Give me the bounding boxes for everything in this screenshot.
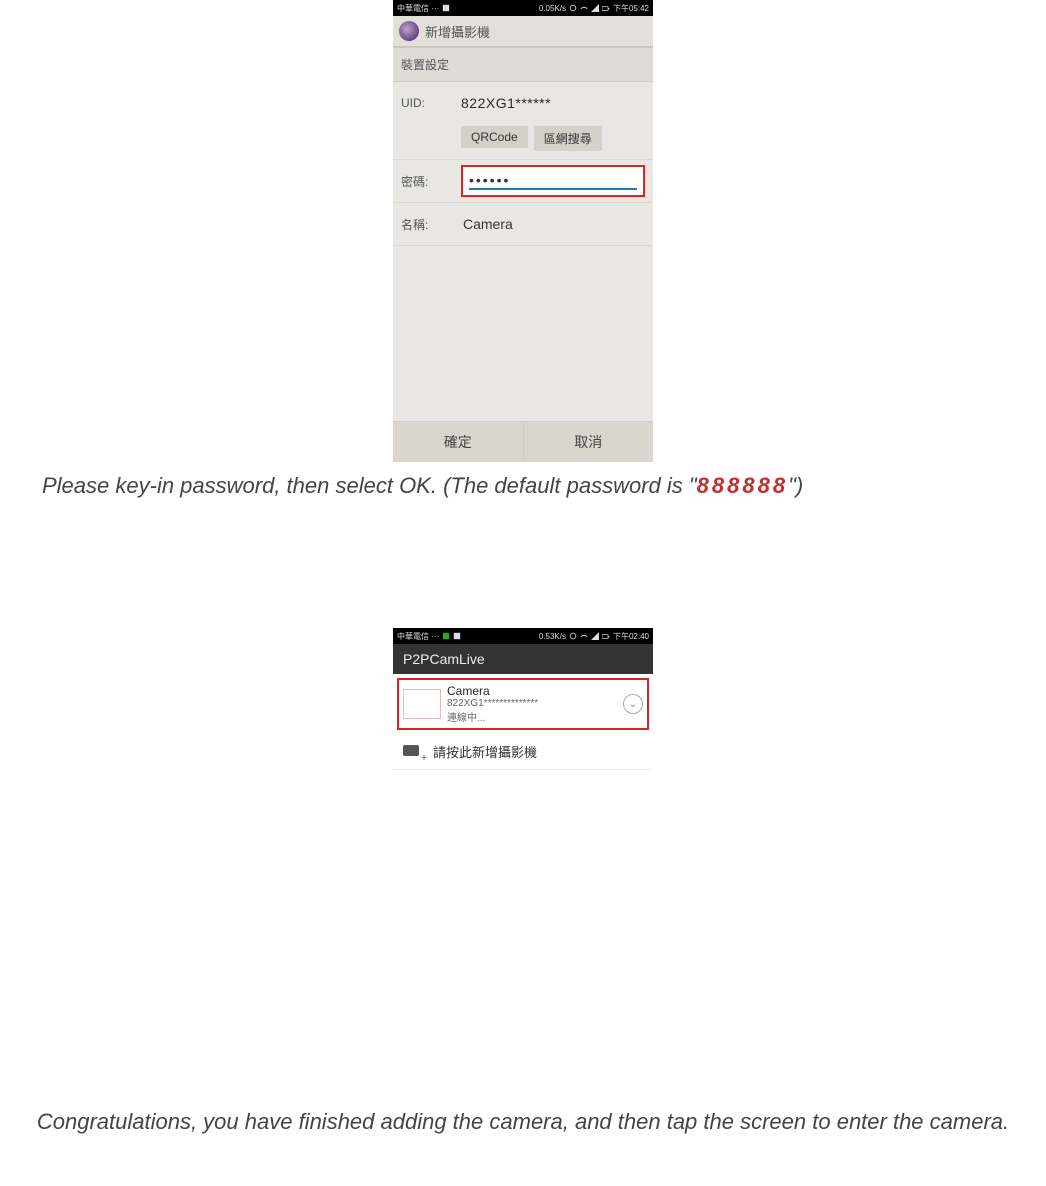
caption-congrats: Congratulations, you have finished addin… [0,1108,1046,1136]
password-row: 密碼: •••••• [393,160,653,203]
add-camera-label: 請按此新增攝影機 [433,742,537,761]
wifi-icon [580,4,588,12]
carrier-label: 中華電信 ··· [397,631,439,642]
app-icon [399,21,419,41]
name-label: 名稱: [401,216,461,233]
battery-icon [602,4,610,12]
password-input[interactable]: •••••• [461,165,645,197]
signal-icon [591,4,599,12]
uid-row: UID: 822XG1****** [393,82,653,124]
camera-info: Camera 822XG1************** 連線中... [447,684,617,724]
lan-search-button[interactable]: 區網搜尋 [534,126,602,151]
cancel-button[interactable]: 取消 [523,422,654,462]
uid-value[interactable]: 822XG1****** [461,95,645,111]
alarm-icon [569,4,577,12]
notification-icon [453,632,461,640]
uid-buttons: QRCode 區網搜尋 [393,124,653,160]
notification-icon [442,4,450,12]
password-value: •••••• [469,172,637,190]
camera-list-item[interactable]: Camera 822XG1************** 連線中... ⌄ [397,678,649,730]
caption-pre: Please key-in password, then select OK. … [42,473,697,498]
caption-password-value: 888888 [697,473,788,498]
signal-icon [591,632,599,640]
caption-password: Please key-in password, then select OK. … [42,472,1042,500]
qrcode-button[interactable]: QRCode [461,126,528,148]
status-bar: 中華電信 ··· 0.53K/s [393,628,653,644]
bottom-bar: 確定 取消 [393,421,653,462]
ok-button[interactable]: 確定 [393,422,523,462]
app-titlebar: P2PCamLive [393,644,653,674]
name-row: 名稱: [393,203,653,246]
clock-label: 下午02:40 [613,631,649,642]
add-camera-row[interactable]: 請按此新增攝影機 [393,734,653,770]
clock-label: 下午05:42 [613,3,649,14]
caption-post: ") [788,473,803,498]
camera-uid: 822XG1************** [447,698,617,709]
camera-thumbnail [403,689,441,719]
status-bar: 中華電信 ··· 0.05K/s 下午05:42 [393,0,653,16]
phone-camera-list: 中華電信 ··· 0.53K/s [393,628,653,1090]
add-camera-icon [403,743,425,761]
uid-label: UID: [401,96,461,110]
battery-icon [602,632,610,640]
name-input[interactable] [461,215,649,233]
alarm-icon [569,632,577,640]
page-title: 新增攝影機 [425,22,490,41]
chevron-down-icon[interactable]: ⌄ [623,694,643,714]
wifi-icon [580,632,588,640]
carrier-label: 中華電信 ··· [397,3,439,14]
password-label: 密碼: [401,173,461,190]
phone-add-camera: 中華電信 ··· 0.05K/s 下午05:42 [393,0,653,462]
section-header: 裝置設定 [393,47,653,82]
camera-status: 連線中... [447,709,617,724]
app-titlebar: 新增攝影機 [393,16,653,47]
network-speed: 0.53K/s [539,632,566,641]
camera-name: Camera [447,684,617,698]
line-icon [442,632,450,640]
network-speed: 0.05K/s [539,4,566,13]
